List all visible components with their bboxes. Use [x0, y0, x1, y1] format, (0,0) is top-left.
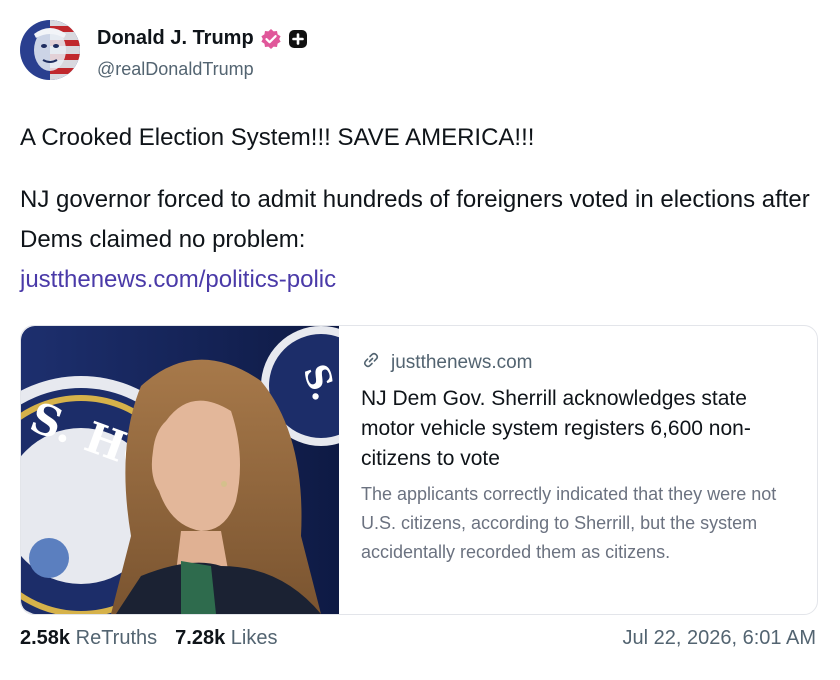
author-name[interactable]: Donald J. Trump	[97, 27, 254, 50]
link-card-description: The applicants correctly indicated that …	[361, 484, 777, 562]
avatar-image	[20, 20, 80, 80]
retruths-label: ReTruths	[75, 627, 158, 649]
likes-stat[interactable]: 7.28k Likes	[175, 627, 277, 650]
verified-badge-icon	[260, 28, 282, 50]
plus-badge-icon	[288, 29, 308, 49]
post-stats: 2.58k ReTruths 7.28k Likes	[20, 627, 277, 650]
link-card-body: justthenews.com NJ Dem Gov. Sherrill ack…	[361, 348, 801, 567]
article-thumbnail: S. HOU S.	[21, 326, 339, 614]
link-preview-card[interactable]: S. HOU S. justthenews.com NJ Dem Gov. Sh…	[20, 325, 818, 615]
author-name-row: Donald J. Trump	[97, 27, 308, 50]
post-text-paragraph: NJ governor forced to admit hundreds of …	[20, 180, 810, 300]
link-card-title[interactable]: NJ Dem Gov. Sherrill acknowledges state …	[361, 384, 801, 474]
link-card-domain-row: justthenews.com	[361, 348, 801, 378]
post-paragraph-text: NJ governor forced to admit hundreds of …	[20, 186, 810, 253]
link-icon	[361, 350, 381, 376]
likes-label: Likes	[230, 627, 278, 649]
link-card-domain: justthenews.com	[391, 352, 533, 373]
post-link[interactable]: justthenews.com/politics-polic	[20, 266, 336, 293]
retruths-stat[interactable]: 2.58k ReTruths	[20, 627, 157, 650]
post-timestamp[interactable]: Jul 22, 2026, 6:01 AM	[623, 627, 816, 650]
author-handle[interactable]: @realDonaldTrump	[97, 59, 254, 80]
retruths-count: 2.58k	[20, 627, 71, 649]
author-avatar[interactable]	[20, 20, 80, 80]
post-text-line1: A Crooked Election System!!! SAVE AMERIC…	[20, 124, 535, 151]
likes-count: 7.28k	[175, 627, 226, 649]
